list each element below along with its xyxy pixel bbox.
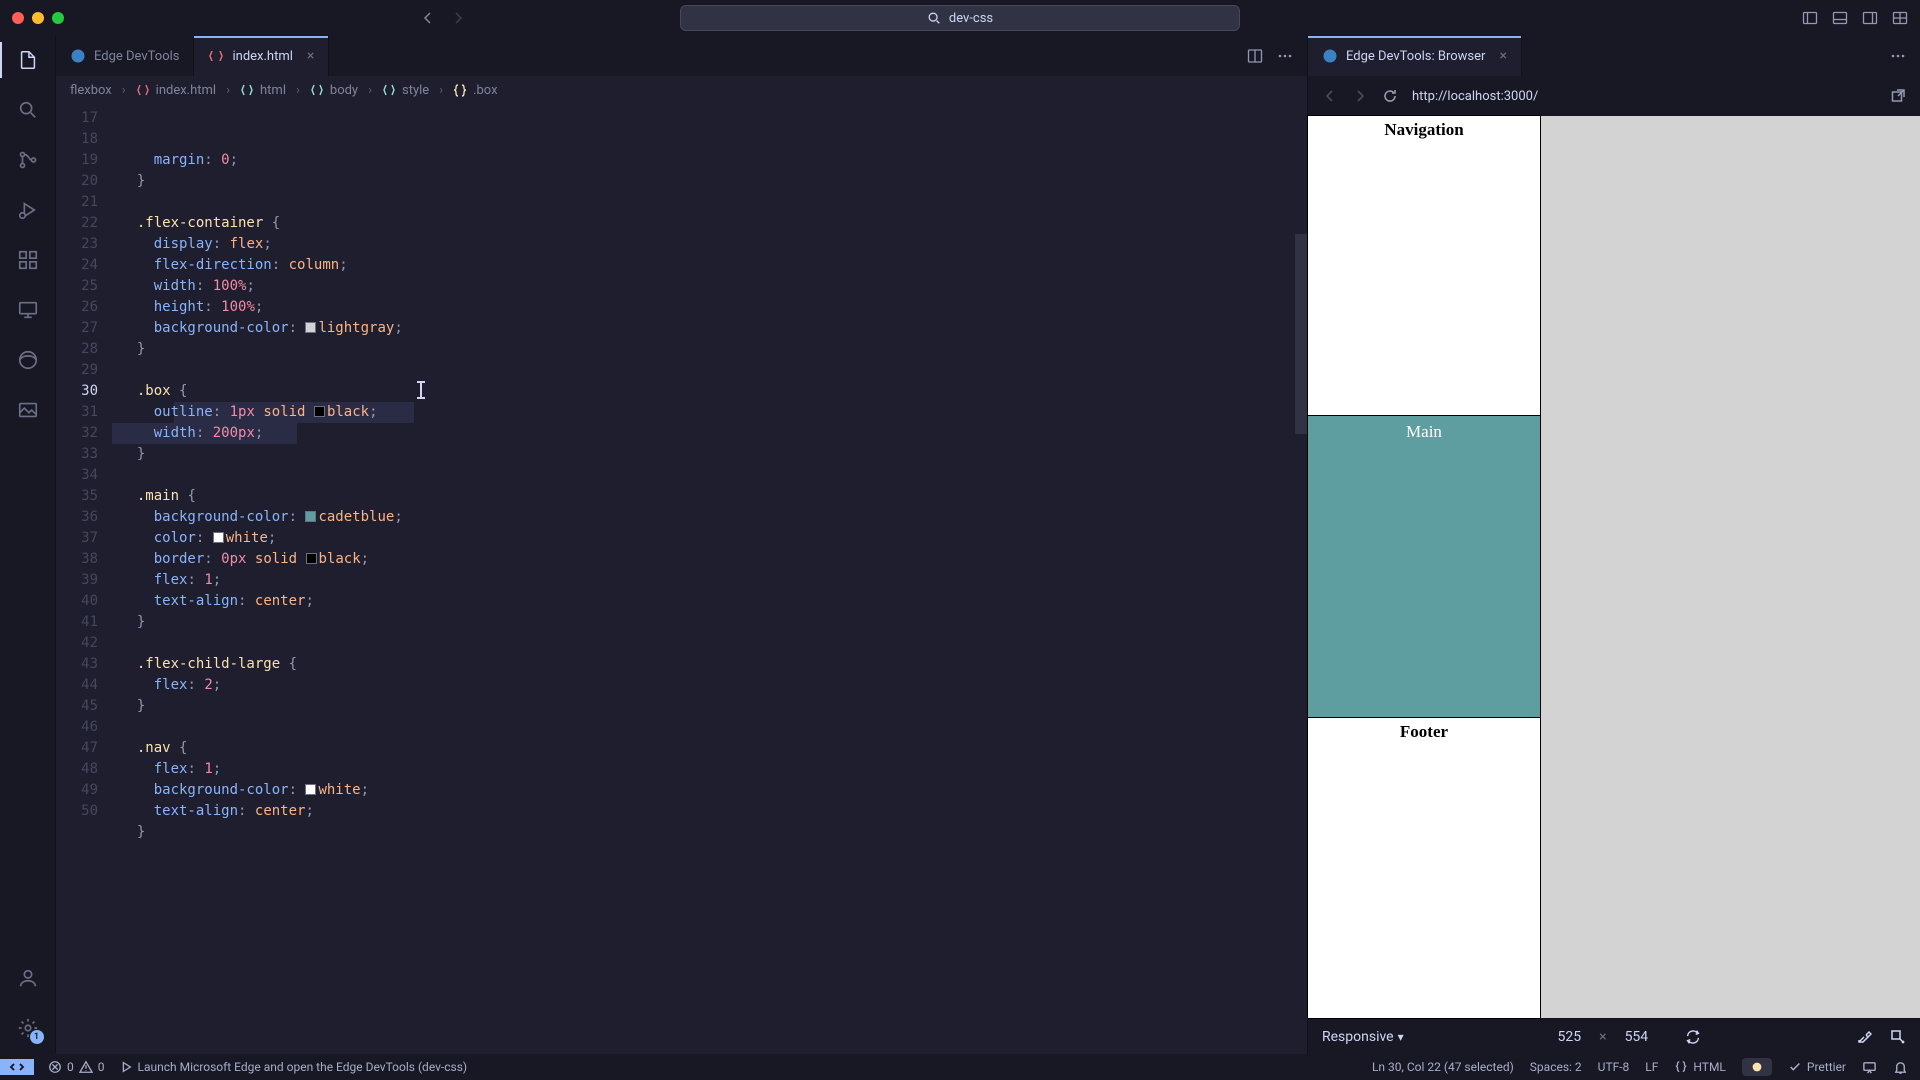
breadcrumb-item: style: [382, 83, 429, 98]
html-file-icon: [136, 83, 150, 97]
devtools-status-bar: Responsive▾ 525 × 554: [1308, 1018, 1920, 1054]
layout-panel-bottom-icon[interactable]: [1832, 10, 1848, 26]
activity-settings-icon[interactable]: 1: [14, 1014, 42, 1042]
browser-back-icon[interactable]: [1322, 88, 1338, 104]
more-actions-icon[interactable]: [1890, 48, 1906, 64]
title-layout-controls: [1802, 10, 1908, 26]
encoding-status[interactable]: UTF-8: [1598, 1060, 1630, 1074]
breadcrumb-item: index.html: [136, 83, 216, 98]
editor-tab-bar: Edge DevTools index.html ×: [56, 36, 1307, 76]
title-bar: dev-css: [0, 0, 1920, 36]
activity-bar: 1: [0, 36, 56, 1054]
debug-icon: [119, 1060, 133, 1074]
more-actions-icon[interactable]: [1277, 48, 1293, 64]
search-icon: [927, 11, 941, 25]
editor-group: Edge DevTools index.html × flexbox › ind…: [56, 36, 1308, 1054]
activity-debug-icon[interactable]: [14, 196, 42, 224]
chevron-down-icon: ▾: [1398, 1030, 1404, 1044]
element-icon: [382, 83, 396, 97]
remote-indicator[interactable]: [0, 1059, 34, 1075]
activity-search-icon[interactable]: [14, 96, 42, 124]
activity-scm-icon[interactable]: [14, 146, 42, 174]
history-nav: [420, 10, 466, 26]
breadcrumb-item: body: [310, 83, 358, 98]
tab-index-html[interactable]: index.html ×: [194, 36, 329, 76]
go-live-icon[interactable]: [1742, 1058, 1772, 1076]
window-maximize-button[interactable]: [52, 12, 64, 24]
notifications-icon[interactable]: [1893, 1060, 1908, 1075]
warning-icon: [79, 1060, 93, 1074]
line-number-gutter: 1718192021222324252627282930313233343536…: [56, 104, 116, 1054]
css-rule-icon: [453, 83, 467, 97]
tab-close-icon[interactable]: ×: [1499, 48, 1506, 64]
html-file-icon: [208, 48, 224, 64]
edge-icon: [1322, 48, 1338, 64]
indentation-status[interactable]: Spaces: 2: [1530, 1060, 1582, 1074]
dimension-separator: ×: [1599, 1029, 1606, 1045]
split-editor-icon[interactable]: [1247, 48, 1263, 64]
command-center-label: dev-css: [949, 11, 993, 26]
code-content[interactable]: margin: 0; } .flex-container { display: …: [116, 104, 1307, 1054]
layout-panel-left-icon[interactable]: [1802, 10, 1818, 26]
element-icon: [310, 83, 324, 97]
code-editor[interactable]: 1718192021222324252627282930313233343536…: [56, 104, 1307, 1054]
rotate-icon[interactable]: [1684, 1028, 1702, 1046]
browser-reload-icon[interactable]: [1382, 88, 1398, 104]
tab-label: index.html: [232, 49, 292, 64]
tab-edge-devtools[interactable]: Edge DevTools: [56, 36, 194, 76]
minimap-thumb[interactable]: [1295, 234, 1307, 434]
preview-nav-box: Navigation: [1308, 116, 1540, 416]
eyedropper-icon[interactable]: [1856, 1029, 1872, 1045]
activity-extensions-icon[interactable]: [14, 246, 42, 274]
tab-label: Edge DevTools: Browser: [1346, 49, 1485, 64]
tab-label: Edge DevTools: [94, 49, 179, 64]
activity-image-icon[interactable]: [14, 396, 42, 424]
browser-preview[interactable]: Navigation Main Footer: [1308, 116, 1920, 1018]
cursor-position[interactable]: Ln 30, Col 22 (47 selected): [1372, 1060, 1514, 1074]
tab-close-icon[interactable]: ×: [307, 48, 314, 64]
breadcrumb-item: flexbox: [70, 83, 112, 98]
browser-url[interactable]: http://localhost:3000/: [1412, 89, 1538, 104]
feedback-icon[interactable]: [1862, 1060, 1877, 1075]
check-icon: [1788, 1060, 1802, 1074]
activity-account-icon[interactable]: [14, 964, 42, 992]
breadcrumb[interactable]: flexbox › index.html › html › body › sty…: [56, 76, 1307, 104]
activity-edge-icon[interactable]: [14, 346, 42, 374]
command-center-search[interactable]: dev-css: [680, 5, 1240, 31]
viewport-height[interactable]: 554: [1625, 1029, 1649, 1045]
nav-back-icon[interactable]: [420, 10, 436, 26]
layout-panel-right-icon[interactable]: [1862, 10, 1878, 26]
breadcrumb-item: .box: [453, 83, 497, 98]
window-minimize-button[interactable]: [32, 12, 44, 24]
error-icon: [48, 1060, 62, 1074]
launch-task[interactable]: Launch Microsoft Edge and open the Edge …: [119, 1060, 468, 1074]
viewport-width[interactable]: 525: [1557, 1029, 1581, 1045]
window-close-button[interactable]: [12, 12, 24, 24]
layout-grid-icon[interactable]: [1892, 10, 1908, 26]
prettier-status[interactable]: Prettier: [1788, 1060, 1846, 1074]
status-bar: 0 0 Launch Microsoft Edge and open the E…: [0, 1054, 1920, 1080]
browser-forward-icon[interactable]: [1352, 88, 1368, 104]
inspect-icon[interactable]: [1890, 1029, 1906, 1045]
braces-icon: [1674, 1060, 1688, 1074]
window-controls: [0, 12, 64, 24]
language-mode[interactable]: HTML: [1674, 1060, 1726, 1074]
preview-footer-box: Footer: [1308, 718, 1540, 1018]
responsive-mode-select[interactable]: Responsive▾: [1322, 1029, 1404, 1045]
nav-forward-icon[interactable]: [450, 10, 466, 26]
devtools-toolbar: http://localhost:3000/: [1308, 76, 1920, 116]
tab-devtools-browser[interactable]: Edge DevTools: Browser ×: [1308, 36, 1522, 76]
element-icon: [240, 83, 254, 97]
preview-main-box: Main: [1308, 416, 1540, 718]
open-external-icon[interactable]: [1890, 88, 1906, 104]
activity-explorer-icon[interactable]: [14, 46, 42, 74]
eol-status[interactable]: LF: [1645, 1060, 1658, 1074]
breadcrumb-item: html: [240, 83, 286, 98]
edge-icon: [70, 48, 86, 64]
devtools-browser-group: Edge DevTools: Browser × http://localhos…: [1308, 36, 1920, 1054]
activity-remote-icon[interactable]: [14, 296, 42, 324]
settings-badge: 1: [30, 1030, 44, 1044]
problems-indicator[interactable]: 0 0: [48, 1060, 105, 1074]
